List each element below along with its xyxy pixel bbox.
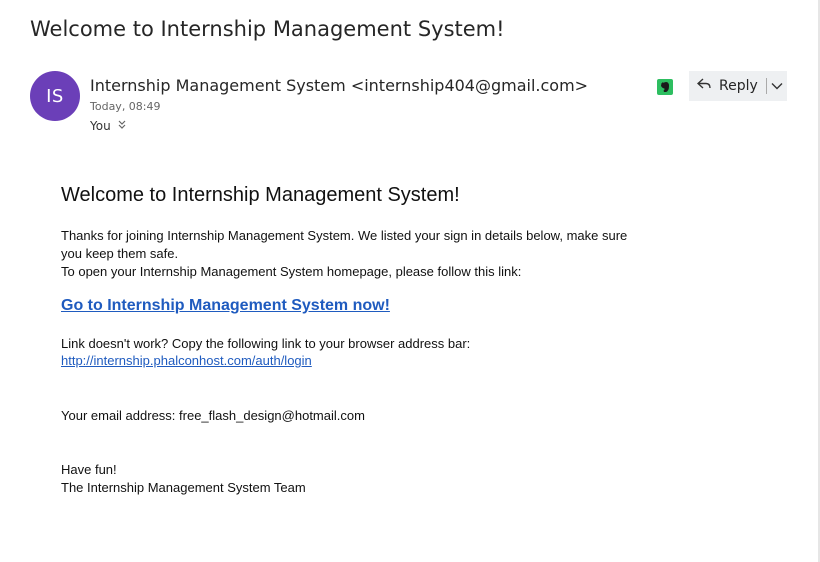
reply-label: Reply — [719, 78, 758, 94]
intro-line-2: To open your Internship Management Syste… — [61, 264, 522, 279]
fallback-text: Link doesn't work? Copy the following li… — [61, 336, 471, 351]
message-heading: Welcome to Internship Management System! — [61, 184, 460, 206]
double-chevron-down-icon[interactable] — [118, 120, 126, 133]
signoff-line-2: The Internship Management System Team — [61, 480, 306, 495]
signoff: Have fun! The Internship Management Syst… — [61, 461, 641, 497]
sender-avatar[interactable]: IS — [30, 71, 80, 121]
evernote-icon[interactable] — [657, 79, 673, 95]
go-to-system-link[interactable]: Go to Internship Management System now! — [61, 297, 390, 315]
intro-paragraph: Thanks for joining Internship Management… — [61, 227, 641, 281]
signoff-line-1: Have fun! — [61, 462, 117, 477]
reply-button[interactable]: Reply — [689, 71, 758, 101]
reply-arrow-icon — [696, 78, 711, 94]
recipient-line[interactable]: You — [90, 119, 126, 133]
reply-options-button[interactable] — [767, 71, 787, 101]
intro-line-1: Thanks for joining Internship Management… — [61, 228, 628, 261]
avatar-initials: IS — [46, 85, 64, 107]
chevron-down-icon — [771, 78, 783, 94]
email-date: Today, 08:49 — [90, 100, 161, 113]
email-address-line: Your email address: free_flash_design@ho… — [61, 408, 365, 423]
reply-control: Reply — [689, 71, 787, 101]
recipient-name: You — [90, 119, 111, 133]
email-subject: Welcome to Internship Management System! — [30, 17, 505, 41]
login-url-link[interactable]: http://internship.phalconhost.com/auth/l… — [61, 353, 312, 368]
sender-name[interactable]: Internship Management System <internship… — [90, 76, 588, 95]
